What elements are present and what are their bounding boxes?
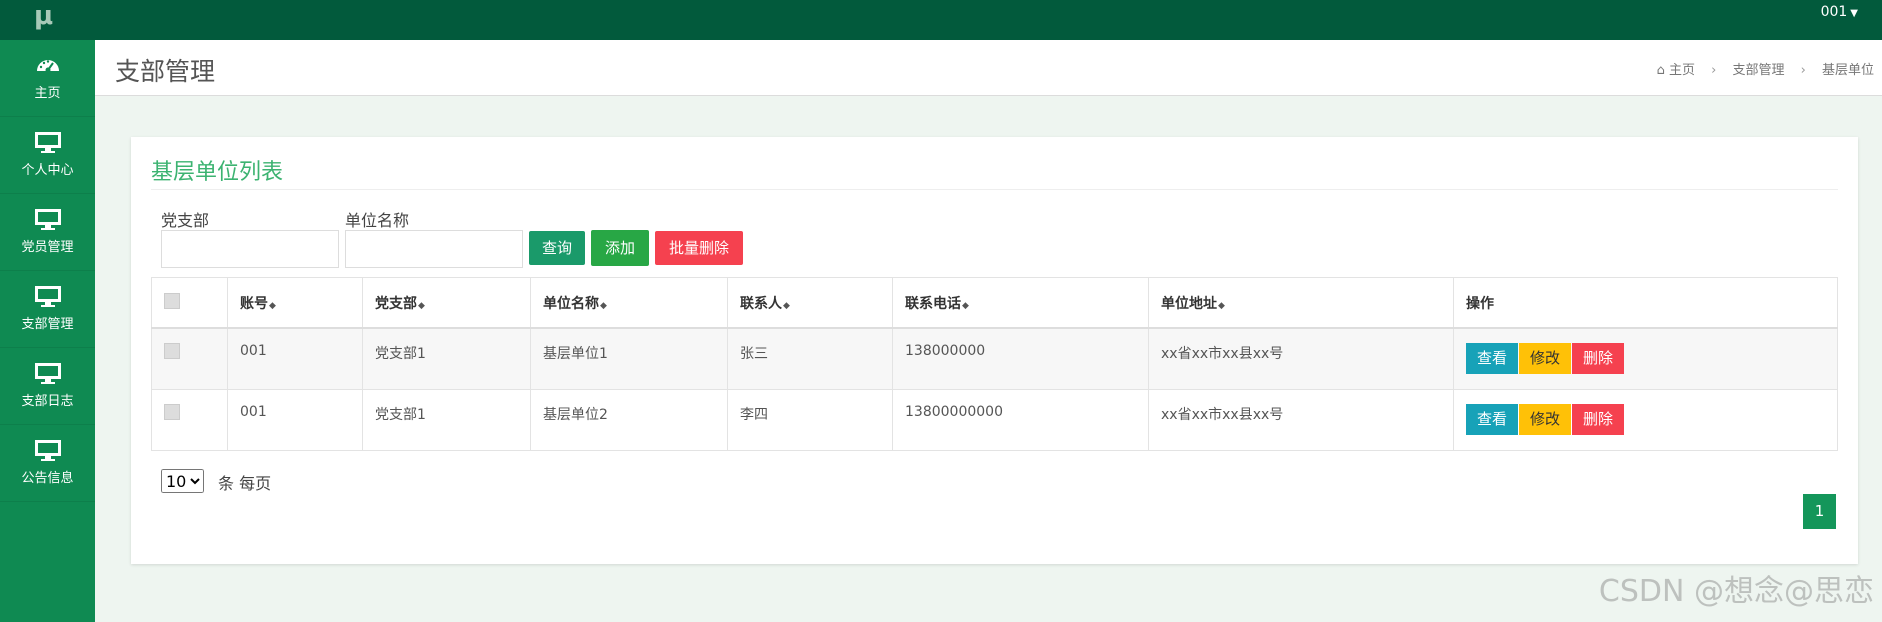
cell-actions: 查看 修改 删除 [1453,327,1838,390]
watermark: CSDN @想念@思恋 [1598,574,1874,609]
sidebar-item-label: 支部管理 [21,317,74,332]
table-row: 001 党支部1 基层单位1 张三 138000000 xx省xx市xx县xx号… [151,327,1838,390]
view-button[interactable]: 查看 [1466,403,1519,435]
monitor-icon [0,206,95,234]
add-button[interactable]: 添加 [591,230,649,266]
delete-button[interactable]: 删除 [1572,403,1625,435]
batch-delete-button[interactable]: 批量删除 [655,231,743,265]
column-label: 联系人 [740,295,782,312]
sidebar-item-branch-management[interactable]: 支部管理 [0,271,95,348]
cell-unit-name: 基层单位1 [530,327,728,390]
sidebar-item-branch-log[interactable]: 支部日志 [0,348,95,425]
sidebar-item-label: 公告信息 [21,471,74,486]
column-header-contact[interactable]: 联系人◆ [727,277,893,329]
sidebar-item-member-management[interactable]: 党员管理 [0,194,95,271]
cell-phone: 13800000000 [892,388,1149,451]
sidebar-item-label: 党员管理 [21,240,74,255]
page-button-current[interactable]: 1 [1803,494,1836,529]
branch-filter-label: 党支部 [161,211,210,230]
cell-address: xx省xx市xx县xx号 [1148,388,1454,451]
sort-icon: ◆ [600,300,607,311]
sidebar: 主页 个人中心 党员管理 支部管理 支部日志 公告信息 [0,40,95,622]
top-bar: μ 001 ▼ [0,0,1882,40]
branch-filter-input[interactable] [161,230,339,268]
column-label: 联系电话 [905,295,961,312]
column-label: 党支部 [375,295,417,312]
monitor-icon [0,360,95,388]
row-select-cell [151,327,228,390]
select-all-checkbox[interactable] [164,292,180,309]
user-menu[interactable]: 001 ▼ [1821,4,1858,20]
page-size-select[interactable]: 10 [161,469,204,493]
search-button[interactable]: 查询 [529,231,585,265]
user-name: 001 [1820,4,1848,20]
cell-account: 001 [227,327,363,390]
cell-contact: 张三 [727,327,893,390]
column-header-actions: 操作 [1453,277,1838,329]
column-header-unit-name[interactable]: 单位名称◆ [530,277,728,329]
cell-address: xx省xx市xx县xx号 [1148,327,1454,390]
dashboard-icon [0,52,95,80]
monitor-icon [0,437,95,465]
select-all-cell [151,277,228,329]
breadcrumb-home[interactable]: 主页 [1669,63,1695,78]
sidebar-item-label: 个人中心 [21,163,74,178]
column-label: 账号 [240,295,268,312]
page-size-suffix: 条 每页 [218,474,272,493]
sidebar-item-announcements[interactable]: 公告信息 [0,425,95,502]
column-label: 单位名称 [543,295,599,312]
panel-title: 基层单位列表 [151,160,284,185]
row-checkbox[interactable] [164,343,180,359]
sort-icon: ◆ [783,300,790,311]
breadcrumb: ⌂ 主页 › 支部管理 › 基层单位 [1657,59,1874,78]
cell-account: 001 [227,388,363,451]
cell-phone: 138000000 [892,327,1149,390]
sidebar-item-home[interactable]: 主页 [0,40,95,117]
divider [151,189,1838,190]
unit-filter-input[interactable] [345,230,523,268]
table-row: 001 党支部1 基层单位2 李四 13800000000 xx省xx市xx县x… [151,388,1838,451]
list-panel: 基层单位列表 党支部 单位名称 查询 添加 批量删除 账号◆ 党支部◆ 单位名称… [131,137,1858,564]
breadcrumb-current: 基层单位 [1821,63,1874,78]
cell-unit-name: 基层单位2 [530,388,728,451]
caret-down-icon: ▼ [1850,8,1858,19]
monitor-icon [0,283,95,311]
row-checkbox[interactable] [164,403,180,420]
sidebar-item-label: 主页 [34,86,61,101]
home-icon: ⌂ [1656,63,1665,78]
column-header-phone[interactable]: 联系电话◆ [892,277,1149,329]
sort-icon: ◆ [962,300,969,311]
column-label: 单位地址 [1161,295,1217,312]
chevron-right-icon: › [1800,63,1806,78]
view-button[interactable]: 查看 [1466,343,1519,374]
cell-actions: 查看 修改 删除 [1453,388,1838,451]
app-logo: μ [34,1,54,31]
edit-button[interactable]: 修改 [1519,403,1572,435]
sidebar-item-personal-center[interactable]: 个人中心 [0,117,95,194]
sidebar-item-label: 支部日志 [21,394,74,409]
edit-button[interactable]: 修改 [1519,343,1572,374]
data-table: 账号◆ 党支部◆ 单位名称◆ 联系人◆ 联系电话◆ 单位地址◆ 操作 001 党… [151,277,1838,451]
row-select-cell [151,388,228,451]
page-title: 支部管理 [115,57,216,86]
page-header: 支部管理 ⌂ 主页 › 支部管理 › 基层单位 [95,40,1882,96]
cell-branch: 党支部1 [362,388,531,451]
column-header-address[interactable]: 单位地址◆ [1148,277,1454,329]
breadcrumb-branch-management[interactable]: 支部管理 [1732,63,1784,78]
column-header-branch[interactable]: 党支部◆ [362,277,531,329]
chevron-right-icon: › [1711,63,1717,78]
table-header-row: 账号◆ 党支部◆ 单位名称◆ 联系人◆ 联系电话◆ 单位地址◆ 操作 [151,277,1838,329]
sort-icon: ◆ [1218,300,1225,311]
cell-branch: 党支部1 [362,327,531,390]
cell-contact: 李四 [727,388,893,451]
sort-icon: ◆ [418,300,425,311]
delete-button[interactable]: 删除 [1572,343,1625,374]
sort-icon: ◆ [269,300,276,311]
unit-filter-label: 单位名称 [345,211,410,230]
column-header-account[interactable]: 账号◆ [227,277,363,329]
monitor-icon [0,129,95,157]
